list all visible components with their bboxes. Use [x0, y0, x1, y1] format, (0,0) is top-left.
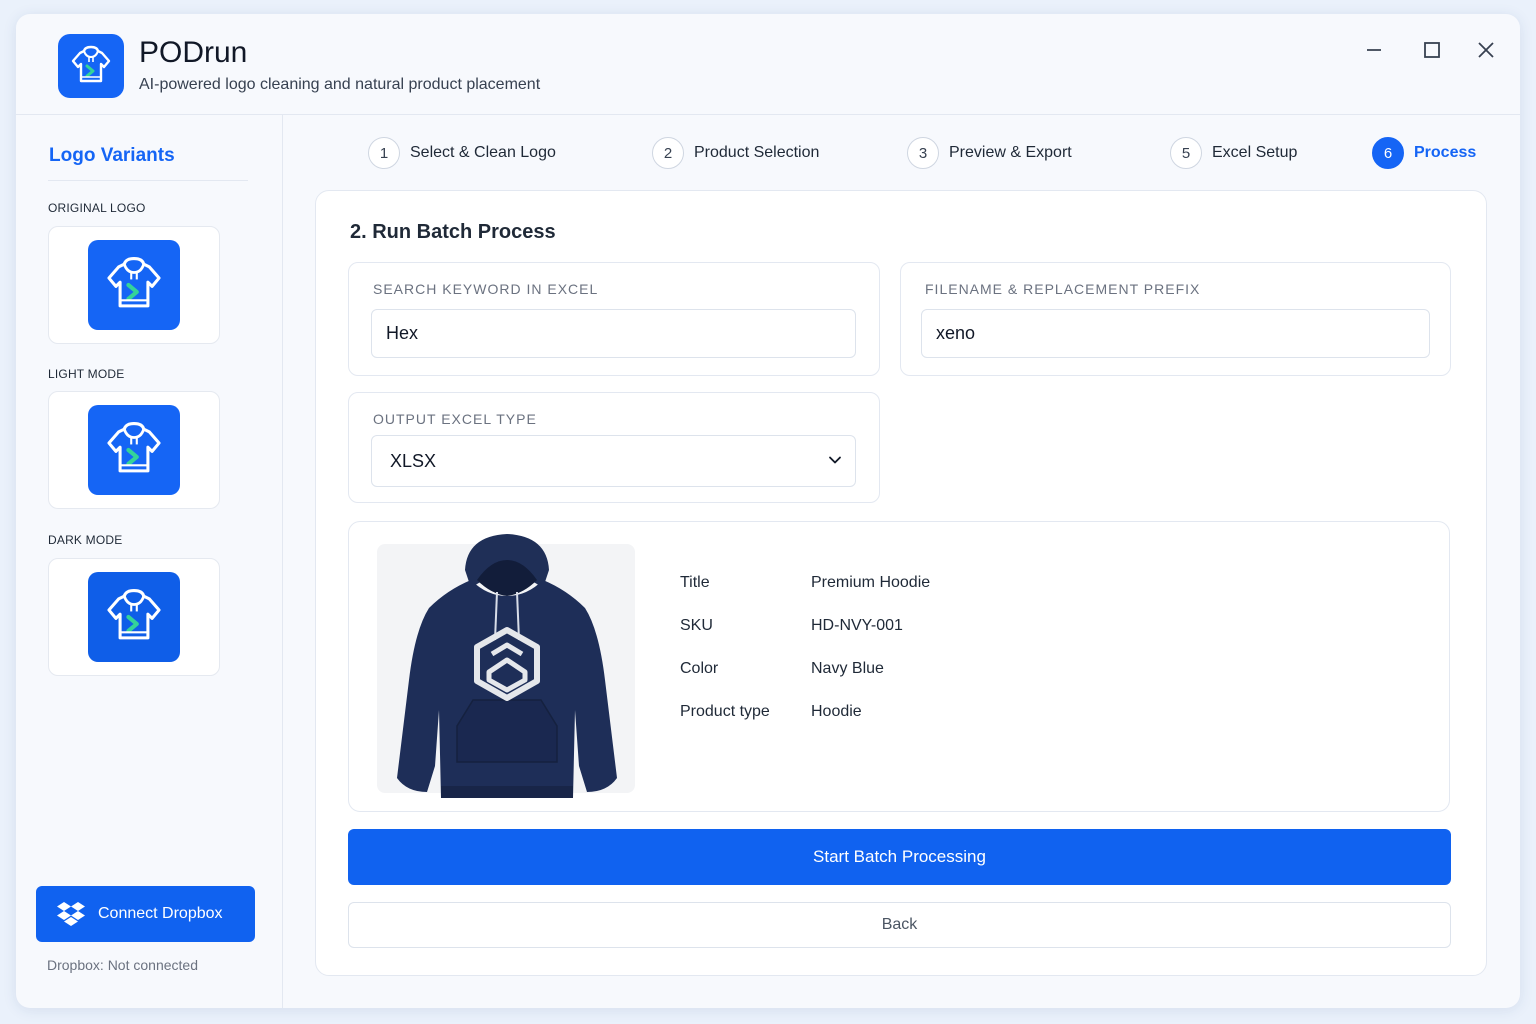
spec-value-product-type: Hoodie: [811, 703, 862, 720]
panel-title: 2. Run Batch Process: [350, 221, 556, 243]
app-title: PODrun: [139, 36, 248, 69]
step-process[interactable]: 6 Process: [1372, 137, 1476, 169]
app-window: PODrun AI-powered logo cleaning and natu…: [16, 14, 1520, 1008]
step-label: Product Selection: [694, 144, 820, 161]
step-number: 2: [652, 137, 684, 169]
step-number: 3: [907, 137, 939, 169]
step-label: Excel Setup: [1212, 144, 1298, 161]
start-batch-processing-button[interactable]: Start Batch Processing: [348, 829, 1451, 885]
step-product-selection[interactable]: 2 Product Selection: [652, 137, 819, 169]
step-number: 5: [1170, 137, 1202, 169]
spec-key-color: Color: [680, 660, 719, 677]
app-subtitle: AI-powered logo cleaning and natural pro…: [139, 76, 541, 93]
variant-label-original: ORIGINAL LOGO: [48, 201, 146, 215]
spec-value-color: Navy Blue: [811, 660, 884, 677]
step-label: Preview & Export: [949, 144, 1072, 161]
step-preview-export[interactable]: 3 Preview & Export: [907, 137, 1072, 169]
product-image: [377, 534, 635, 798]
search-keyword-input[interactable]: Hex: [371, 309, 856, 358]
maximize-icon[interactable]: [1418, 36, 1446, 64]
sidebar: Logo Variants ORIGINAL LOGO LIGHT MODE D…: [16, 115, 283, 1008]
hoodie-arrow-icon: [88, 572, 180, 662]
step-number: 6: [1372, 137, 1404, 169]
chevron-down-icon: [829, 456, 841, 464]
variant-card-light[interactable]: [48, 391, 220, 509]
step-navigation: 1 Select & Clean Logo 2 Product Selectio…: [283, 115, 1520, 191]
output-type-label: OUTPUT EXCEL TYPE: [373, 411, 537, 427]
spec-value-sku: HD-NVY-001: [811, 617, 903, 634]
sidebar-heading: Logo Variants: [49, 145, 175, 166]
product-preview-card: Title Premium Hoodie SKU HD-NVY-001 Colo…: [348, 521, 1450, 812]
spec-value-title: Premium Hoodie: [811, 574, 931, 591]
hoodie-arrow-icon: [88, 240, 180, 330]
spec-key-sku: SKU: [680, 617, 713, 634]
variant-card-original[interactable]: [48, 226, 220, 344]
connect-dropbox-button[interactable]: Connect Dropbox: [36, 886, 255, 942]
step-excel-setup[interactable]: 5 Excel Setup: [1170, 137, 1297, 169]
step-label: Process: [1414, 144, 1477, 161]
spec-key-product-type: Product type: [680, 703, 770, 720]
filename-prefix-label: FILENAME & REPLACEMENT PREFIX: [925, 281, 1201, 297]
output-type-value: XLSX: [390, 450, 437, 471]
dropbox-status: Dropbox: Not connected: [47, 957, 198, 973]
back-button[interactable]: Back: [348, 902, 1451, 948]
hoodie-image: [397, 534, 617, 798]
spec-key-title: Title: [680, 574, 710, 591]
dropbox-icon: [57, 902, 85, 926]
sidebar-divider: [48, 180, 248, 181]
minimize-icon[interactable]: [1360, 36, 1388, 64]
search-keyword-card: SEARCH KEYWORD IN EXCEL Hex: [348, 262, 880, 376]
step-select-clean-logo[interactable]: 1 Select & Clean Logo: [368, 137, 556, 169]
connect-dropbox-label: Connect Dropbox: [98, 905, 223, 922]
title-bar: PODrun AI-powered logo cleaning and natu…: [16, 14, 1520, 115]
app-logo-icon: [58, 34, 124, 98]
variant-label-light: LIGHT MODE: [48, 367, 125, 381]
variant-label-dark: DARK MODE: [48, 533, 123, 547]
filename-prefix-input[interactable]: xeno: [921, 309, 1430, 358]
close-icon[interactable]: [1472, 36, 1500, 64]
batch-process-panel: 2. Run Batch Process SEARCH KEYWORD IN E…: [315, 190, 1487, 976]
output-type-card: OUTPUT EXCEL TYPE XLSX: [348, 392, 880, 503]
hoodie-arrow-icon: [88, 405, 180, 495]
filename-prefix-card: FILENAME & REPLACEMENT PREFIX xeno: [900, 262, 1451, 376]
step-number: 1: [368, 137, 400, 169]
step-label: Select & Clean Logo: [410, 144, 556, 161]
output-type-select[interactable]: XLSX: [371, 435, 856, 487]
variant-card-dark[interactable]: [48, 558, 220, 676]
search-keyword-label: SEARCH KEYWORD IN EXCEL: [373, 281, 599, 297]
